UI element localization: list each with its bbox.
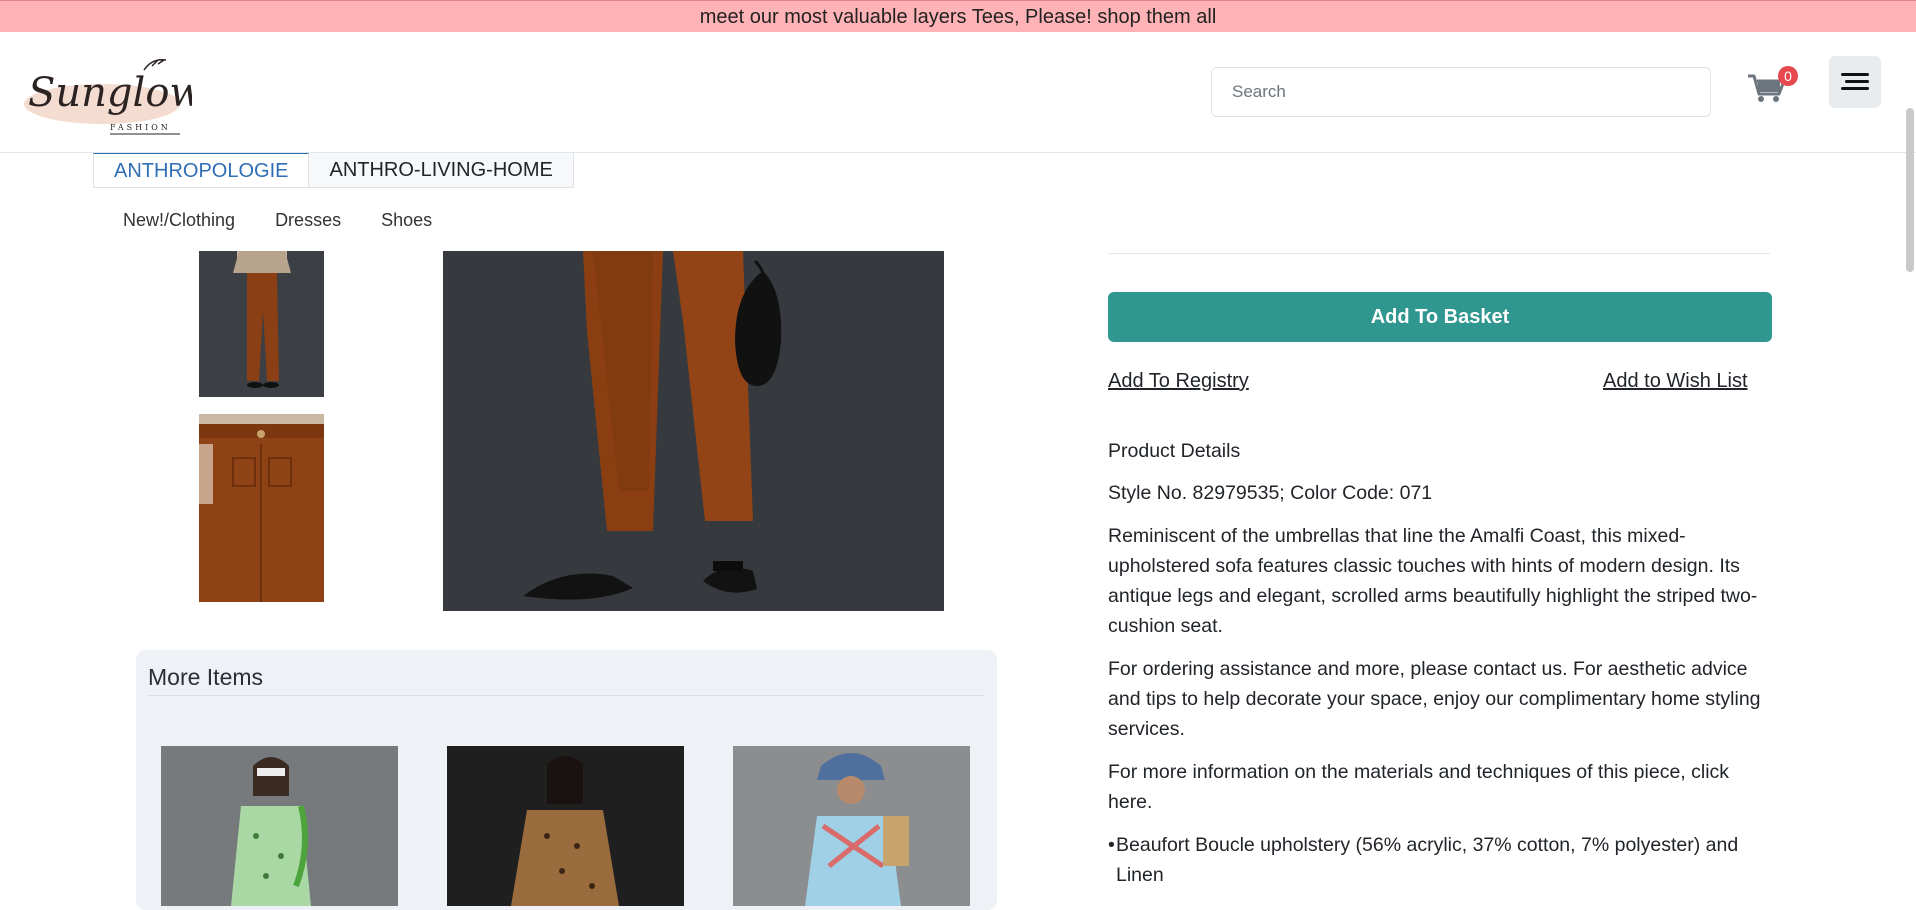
promo-text: meet our most valuable layers Tees, Plea… xyxy=(699,6,1217,28)
product-thumbnail-1[interactable] xyxy=(199,251,324,397)
menu-icon xyxy=(1841,73,1869,76)
nav-dresses[interactable]: Dresses xyxy=(275,210,341,231)
product-details-heading: Product Details xyxy=(1108,440,1241,462)
logo-text: Sunglow xyxy=(28,70,192,116)
more-info-text: For more information on the materials an… xyxy=(1108,761,1730,813)
promo-banner[interactable]: meet our most valuable layers Tees, Plea… xyxy=(0,0,1916,32)
search-input[interactable] xyxy=(1211,67,1711,117)
more-item-2[interactable] xyxy=(447,746,684,906)
product-description: Reminiscent of the umbrellas that line t… xyxy=(1108,525,1758,637)
add-to-wishlist-link[interactable]: Add to Wish List xyxy=(1603,370,1748,393)
more-item-1[interactable] xyxy=(161,746,398,906)
nav-shoes[interactable]: Shoes xyxy=(381,210,432,231)
logo-subtext: FASHION xyxy=(110,123,171,132)
list-item: Beaufort Boucle upholstery (56% acrylic,… xyxy=(1108,830,1768,890)
category-nav: New!/Clothing Dresses Shoes xyxy=(123,210,472,231)
more-items-title: More Items xyxy=(148,664,264,690)
materials-list: Beaufort Boucle upholstery (56% acrylic,… xyxy=(1108,830,1768,890)
more-items-panel: More Items xyxy=(136,650,997,910)
assistance-text: For ordering assistance and more, please… xyxy=(1108,658,1761,740)
more-item-3[interactable] xyxy=(733,746,970,906)
add-to-registry-link[interactable]: Add To Registry xyxy=(1108,370,1249,393)
tab-anthropologie[interactable]: ANTHROPOLOGIE xyxy=(93,153,310,188)
style-number: Style No. 82979535; Color Code: 071 xyxy=(1108,482,1433,504)
product-thumbnail-2[interactable] xyxy=(199,414,324,602)
add-to-basket-button[interactable]: Add To Basket xyxy=(1108,292,1772,342)
cart-count-badge: 0 xyxy=(1778,66,1798,86)
product-details: Product Details Style No. 82979535; Colo… xyxy=(1108,436,1768,890)
product-main-image[interactable] xyxy=(443,251,944,611)
tab-anthro-living-home[interactable]: ANTHRO-LIVING-HOME xyxy=(309,153,574,188)
page-scrollbar[interactable] xyxy=(1906,108,1914,272)
divider xyxy=(1108,253,1770,254)
divider xyxy=(148,695,985,696)
sunglow-logo[interactable]: Sunglow FASHION xyxy=(24,48,192,138)
menu-button[interactable] xyxy=(1829,56,1881,108)
site-header: Sunglow FASHION 0 xyxy=(0,32,1916,153)
nav-new-clothing[interactable]: New!/Clothing xyxy=(123,210,235,231)
brand-tabs: ANTHROPOLOGIE ANTHRO-LIVING-HOME xyxy=(93,153,574,188)
